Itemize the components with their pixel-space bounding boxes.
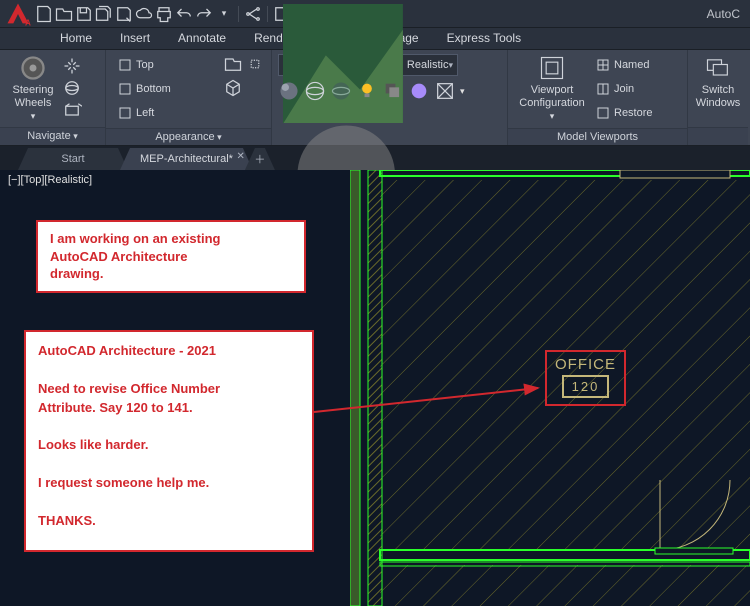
office-label-text: OFFICE	[555, 356, 616, 373]
view-left-button[interactable]: Left	[114, 102, 175, 124]
sphere-shaded-icon[interactable]	[278, 80, 300, 102]
qat-dropdown-icon[interactable]: ▾	[214, 3, 234, 25]
app-title: AutoC	[707, 7, 746, 21]
drawing-canvas[interactable]: [−][Top][Realistic] OFFICE 120	[0, 170, 750, 606]
svg-text:A: A	[25, 18, 31, 27]
xray-icon[interactable]	[434, 80, 456, 102]
materials-icon[interactable]	[408, 80, 430, 102]
undo-icon[interactable]	[174, 3, 194, 25]
zoom-extents-icon[interactable]	[62, 100, 82, 120]
viewports-named-button[interactable]: Named	[592, 54, 657, 76]
lightbulb-icon[interactable]	[356, 80, 378, 102]
viewport-label[interactable]: [−][Top][Realistic]	[8, 174, 92, 186]
open-icon[interactable]	[54, 3, 74, 25]
view-cube-icon[interactable]	[223, 78, 243, 98]
office-number-attribute[interactable]: 120	[562, 375, 610, 398]
viewports-join-button[interactable]: Join	[592, 78, 657, 100]
switch-windows-button[interactable]: Switch Windows	[694, 54, 742, 109]
shadow-icon[interactable]	[382, 80, 404, 102]
doc-tab-start[interactable]: Start	[18, 148, 128, 170]
saveas-icon[interactable]	[114, 3, 134, 25]
doc-tab-active[interactable]: MEP-Architectural*✕	[120, 148, 253, 170]
ucs-icon[interactable]	[245, 54, 265, 74]
view-manager-icon[interactable]	[223, 54, 243, 74]
chevron-down-icon: ▾	[448, 60, 453, 71]
viewport-configuration-button[interactable]: Viewport Configuration ▾	[514, 54, 590, 122]
close-icon[interactable]: ✕	[237, 151, 245, 162]
appearance-panel-title[interactable]: Appearance	[106, 128, 271, 145]
view-top-button[interactable]: Top	[114, 54, 175, 76]
annotation-box-1: I am working on an existing AutoCAD Arch…	[36, 220, 306, 293]
visual-style-dropdown[interactable]: Realistic ▾	[278, 54, 458, 76]
pan-icon[interactable]	[62, 56, 82, 76]
new-tab-button[interactable]: ＋	[245, 148, 275, 170]
tab-home[interactable]: Home	[46, 28, 106, 49]
office-tag[interactable]: OFFICE 120	[545, 350, 626, 406]
share-icon[interactable]	[243, 3, 263, 25]
viewport-config-label: Viewport Configuration	[519, 84, 584, 109]
cloud-icon[interactable]	[134, 3, 154, 25]
redo-icon[interactable]	[194, 3, 214, 25]
viewports-restore-button[interactable]: Restore	[592, 102, 657, 124]
tab-annotate[interactable]: Annotate	[164, 28, 240, 49]
saveall-icon[interactable]	[94, 3, 114, 25]
print-icon[interactable]	[154, 3, 174, 25]
navigate-panel-title[interactable]: Navigate	[0, 127, 105, 145]
tab-express-tools[interactable]: Express Tools	[433, 28, 535, 49]
model-viewports-panel-title: Model Viewports	[508, 128, 687, 145]
sphere-hidden-icon[interactable]	[330, 80, 352, 102]
ribbon-body: Steering Wheels ▾ Navigate Top Bottom Le…	[0, 50, 750, 146]
chevron-down-icon[interactable]: ▾	[460, 86, 465, 97]
sphere-wireframe-icon[interactable]	[304, 80, 326, 102]
steering-wheels-label: Steering Wheels	[13, 84, 54, 109]
save-icon[interactable]	[74, 3, 94, 25]
annotation-box-2: AutoCAD Architecture - 2021 Need to revi…	[24, 330, 314, 552]
tab-insert[interactable]: Insert	[106, 28, 164, 49]
app-logo[interactable]: A	[4, 2, 32, 26]
switch-windows-label: Switch Windows	[696, 84, 741, 109]
new-icon[interactable]	[34, 3, 54, 25]
view-bottom-button[interactable]: Bottom	[114, 78, 175, 100]
steering-wheels-button[interactable]: Steering Wheels ▾	[6, 54, 60, 122]
orbit-icon[interactable]	[62, 78, 82, 98]
